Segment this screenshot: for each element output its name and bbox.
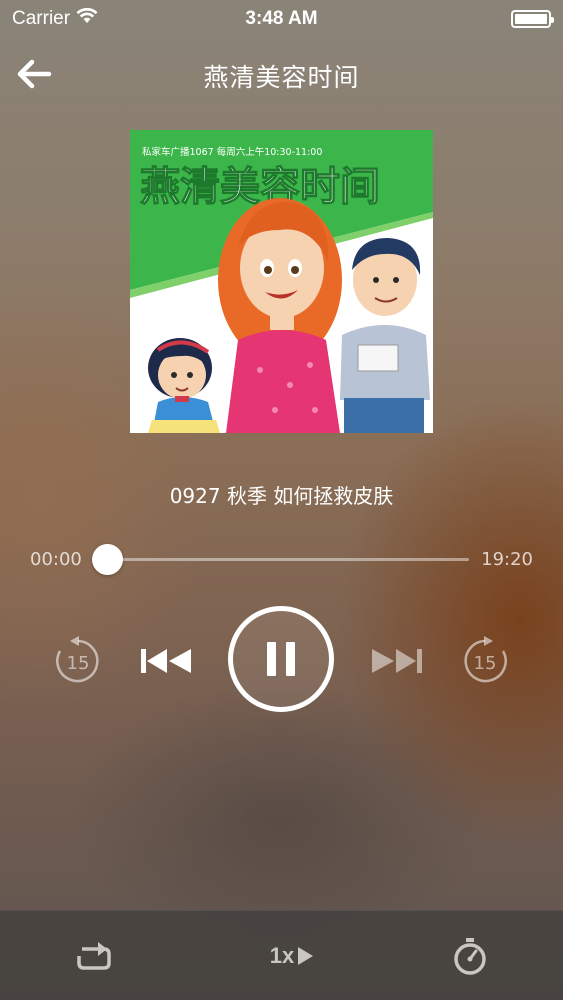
play-small-icon xyxy=(298,947,314,965)
progress-row: 00:00 19:20 xyxy=(0,540,563,580)
sleep-timer-button[interactable] xyxy=(450,935,490,977)
arrow-left-icon xyxy=(16,59,52,93)
timer-icon xyxy=(454,938,486,975)
playback-controls: 15 15 xyxy=(0,606,563,714)
forward-15-icon: 15 xyxy=(464,636,507,683)
pause-icon xyxy=(267,642,295,676)
back-button[interactable] xyxy=(14,58,54,94)
page-title: 燕清美容时间 xyxy=(203,63,360,92)
wifi-icon xyxy=(76,7,98,30)
total-time: 19:20 xyxy=(481,549,533,570)
cover-subtitle: 私家车广播1067 每周六上午10:30-11:00 xyxy=(142,146,322,158)
progress-thumb[interactable] xyxy=(92,544,123,575)
pause-button[interactable] xyxy=(228,606,334,712)
svg-text:15: 15 xyxy=(67,653,90,674)
skip-forward-icon xyxy=(372,649,422,673)
bottom-toolbar: 1x xyxy=(0,910,563,1000)
skip-back-icon xyxy=(141,649,191,673)
playback-speed-button[interactable]: 1x xyxy=(262,935,322,977)
repeat-icon xyxy=(77,942,111,970)
woman-illustration xyxy=(218,198,342,433)
repeat-button[interactable] xyxy=(72,935,116,977)
svg-text:15: 15 xyxy=(474,653,497,674)
forward-15-button[interactable]: 15 xyxy=(460,636,510,686)
album-cover: 私家车广播1067 每周六上午10:30-11:00 燕清美容时间 xyxy=(130,130,433,433)
navigation-bar: 燕清美容时间 xyxy=(0,44,563,108)
rewind-15-button[interactable]: 15 xyxy=(53,636,103,686)
carrier-label: Carrier xyxy=(12,8,71,29)
cover-artwork: 私家车广播1067 每周六上午10:30-11:00 燕清美容时间 xyxy=(130,130,433,433)
track-title: 0927 秋季 如何拯救皮肤 xyxy=(169,484,394,508)
progress-track[interactable] xyxy=(92,558,469,561)
man-illustration xyxy=(340,238,430,433)
battery-icon xyxy=(511,10,554,28)
current-time: 00:00 xyxy=(30,549,82,570)
speed-label: 1x xyxy=(269,943,295,968)
status-bar: Carrier 3:48 AM xyxy=(0,0,563,38)
next-track-button[interactable] xyxy=(367,646,425,676)
previous-track-button[interactable] xyxy=(138,646,196,676)
rewind-15-icon: 15 xyxy=(56,636,99,683)
